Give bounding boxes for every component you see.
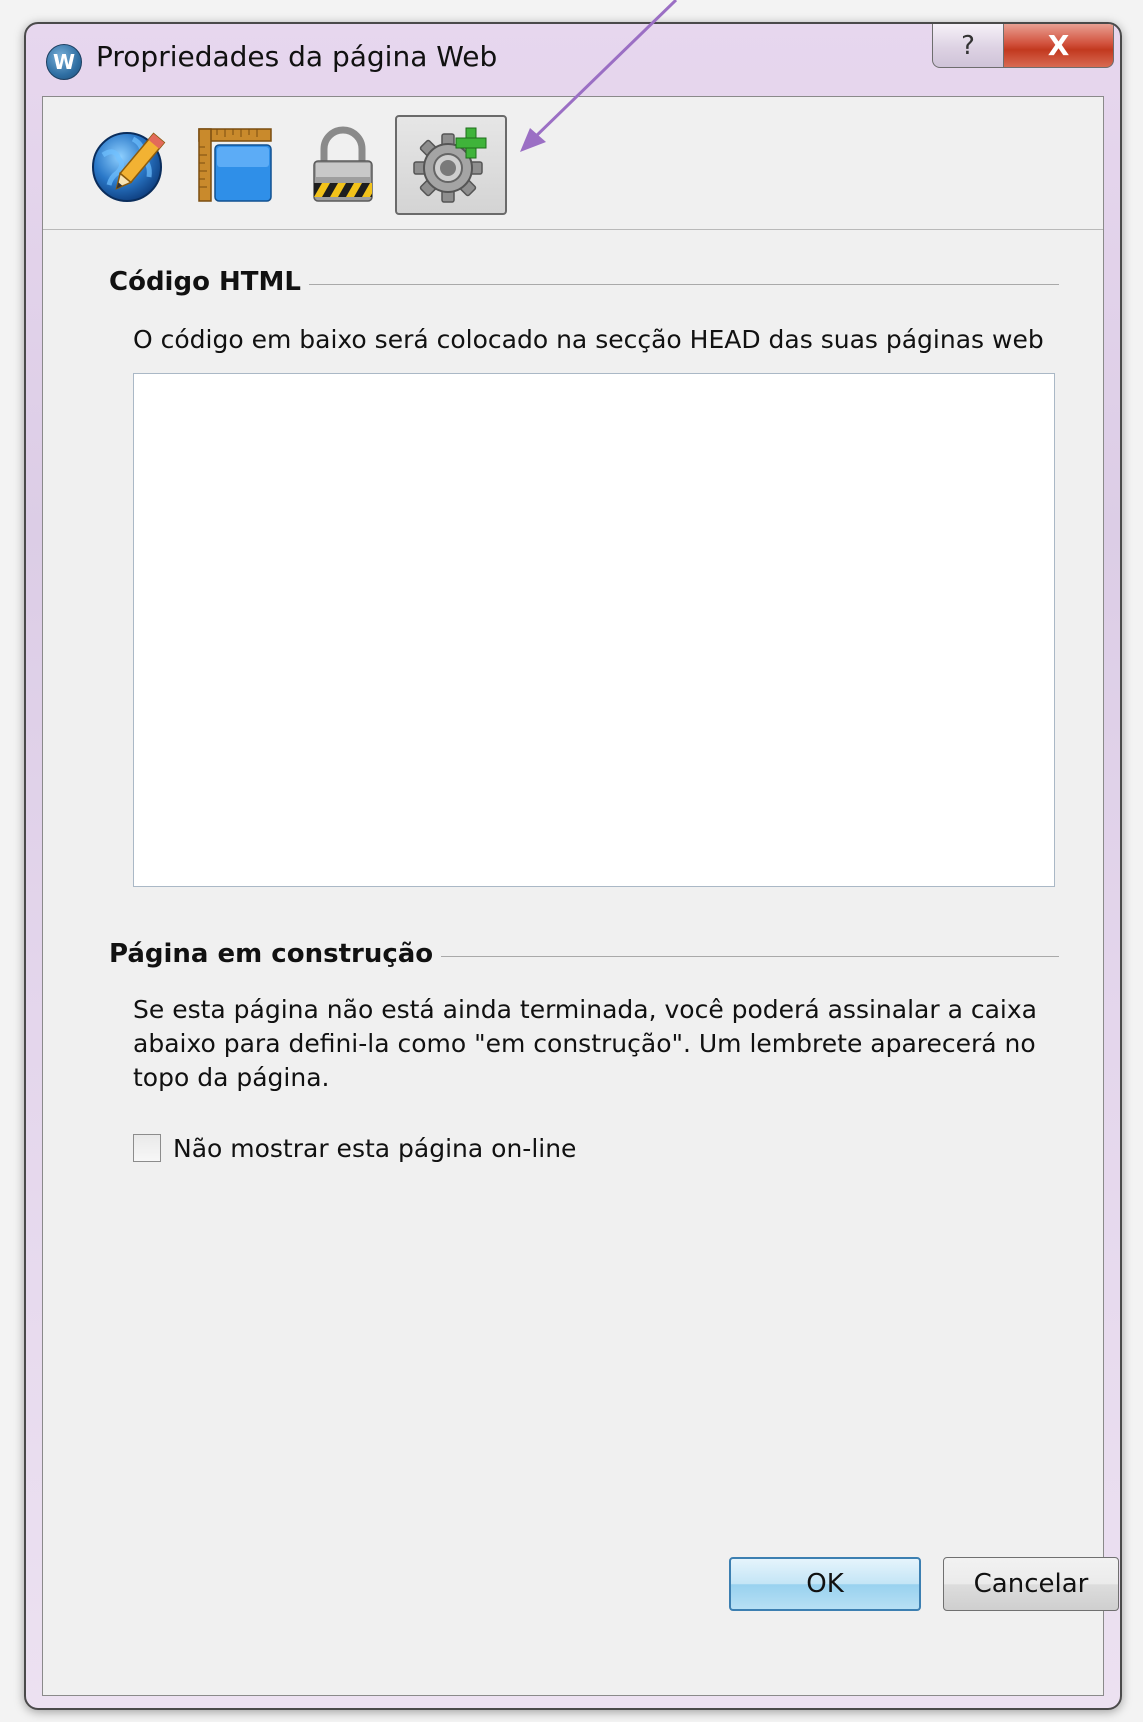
title-bar[interactable]: W Propriedades da página Web ? X bbox=[26, 24, 1120, 96]
html-code-group-header: Código HTML bbox=[109, 265, 1059, 299]
under-construction-group-title: Página em construção bbox=[109, 939, 434, 969]
hide-online-checkbox-row[interactable]: Não mostrar esta página on-line bbox=[133, 1131, 576, 1165]
app-logo-icon: W bbox=[46, 44, 82, 80]
group-divider bbox=[308, 283, 1059, 285]
under-construction-group-header: Página em construção bbox=[109, 937, 1059, 971]
under-construction-description: Se esta página não está ainda terminada,… bbox=[133, 995, 1037, 1092]
head-code-textarea[interactable] bbox=[133, 373, 1055, 887]
window-title: Propriedades da página Web bbox=[96, 40, 498, 73]
close-icon: X bbox=[1047, 29, 1070, 62]
tool-advanced-button[interactable] bbox=[395, 115, 507, 215]
close-button[interactable]: X bbox=[1004, 24, 1114, 68]
tool-security-button[interactable] bbox=[287, 115, 399, 215]
dialog-window: W Propriedades da página Web ? X Código … bbox=[24, 22, 1122, 1710]
cancel-button[interactable]: Cancelar bbox=[943, 1557, 1119, 1611]
help-button[interactable]: ? bbox=[932, 24, 1004, 68]
hide-online-checkbox-label[interactable]: Não mostrar esta página on-line bbox=[173, 1134, 576, 1163]
screenshot-stage: W Propriedades da página Web ? X Código … bbox=[0, 0, 1143, 1722]
group-divider bbox=[441, 955, 1059, 957]
page-layout-icon bbox=[198, 128, 272, 202]
tool-layout-button[interactable] bbox=[179, 115, 291, 215]
tool-general-button[interactable] bbox=[73, 115, 185, 215]
dialog-client-area: Código HTML O código em baixo será coloc… bbox=[42, 96, 1119, 1696]
html-code-description: O código em baixo será colocado na secçã… bbox=[133, 325, 1044, 354]
caption-buttons: ? X bbox=[932, 24, 1114, 70]
html-code-group-title: Código HTML bbox=[109, 267, 301, 297]
padlock-icon bbox=[313, 126, 373, 202]
ok-button[interactable]: OK bbox=[729, 1557, 921, 1611]
question-mark-icon: ? bbox=[961, 30, 975, 61]
hide-online-checkbox[interactable] bbox=[133, 1134, 161, 1162]
gear-plus-icon bbox=[413, 127, 487, 203]
property-toolbar bbox=[43, 97, 1103, 230]
globe-pencil-icon bbox=[92, 132, 166, 202]
